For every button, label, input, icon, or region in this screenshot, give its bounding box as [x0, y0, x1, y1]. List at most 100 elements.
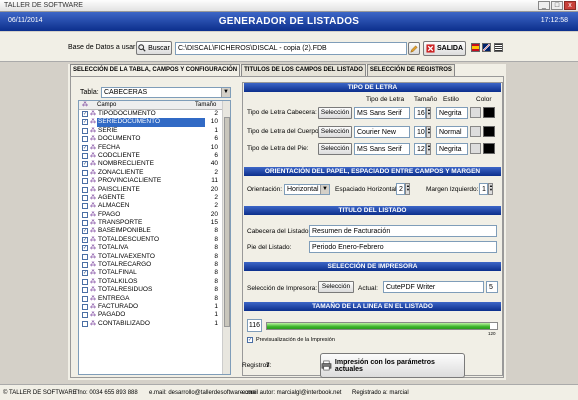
- font-size-field[interactable]: 16: [414, 107, 426, 119]
- field-checkbox[interactable]: [82, 253, 88, 260]
- field-checkbox[interactable]: [82, 295, 88, 302]
- field-checkbox[interactable]: [82, 178, 88, 185]
- list-item[interactable]: ⁂ DOCUMENTO 6: [79, 135, 230, 143]
- field-checkbox[interactable]: [82, 211, 88, 218]
- maximize-button[interactable]: □: [551, 1, 563, 10]
- list-item[interactable]: ⁂ ZONACLIENTE 2: [79, 169, 230, 177]
- scroll-thumb[interactable]: [224, 117, 230, 327]
- field-checkbox[interactable]: [82, 194, 88, 201]
- print-button[interactable]: Impresión con los parámetros actuales: [320, 353, 465, 378]
- color-swatch[interactable]: [483, 107, 495, 118]
- spacing-stepper[interactable]: ▲ ▼: [405, 183, 410, 195]
- close-button[interactable]: x: [564, 1, 576, 10]
- list-item[interactable]: ⁂ PAGADO 1: [79, 311, 230, 319]
- preview-checkbox[interactable]: ✓: [247, 337, 253, 343]
- list-item[interactable]: ✓ ⁂ FECHA 10: [79, 144, 230, 152]
- list-item[interactable]: ✓ ⁂ TOTALDESCUENTO 8: [79, 236, 230, 244]
- color-swatch[interactable]: [483, 126, 495, 137]
- font-size-stepper[interactable]: ▲ ▼: [426, 143, 431, 155]
- field-checkbox[interactable]: [82, 203, 88, 210]
- list-item[interactable]: ⁂ TOTALIVAEXENTO 8: [79, 253, 230, 261]
- font-name-field[interactable]: MS Sans Serif: [354, 107, 410, 119]
- list-item[interactable]: ⁂ TOTALRECARGO 8: [79, 261, 230, 269]
- font-name-field[interactable]: Courier New: [354, 126, 410, 138]
- english-flag-icon[interactable]: [482, 43, 491, 52]
- font-size-stepper[interactable]: ▲ ▼: [426, 107, 431, 119]
- field-checkbox[interactable]: [82, 152, 88, 159]
- spanish-flag-icon[interactable]: [471, 43, 480, 52]
- list-header-field[interactable]: Resumen de Facturación: [309, 225, 497, 237]
- field-checkbox[interactable]: [82, 262, 88, 269]
- color-picker-button[interactable]: [470, 126, 481, 137]
- field-checkbox[interactable]: ✓: [82, 161, 88, 168]
- field-checkbox[interactable]: [82, 312, 88, 319]
- list-footer-field[interactable]: Periodo Enero-Febrero: [309, 241, 497, 253]
- orientation-select[interactable]: Horizontal ▼: [284, 184, 330, 195]
- list-item[interactable]: ⁂ PAISCLIENTE 20: [79, 186, 230, 194]
- field-checkbox[interactable]: ✓: [82, 270, 88, 277]
- field-list[interactable]: ⁂ Campo Tamaño ✓ ⁂ TIPODOCUMENTO 2 ✓ ⁂ SERIEDO…: [78, 100, 231, 375]
- font-select-button[interactable]: Selección: [318, 107, 352, 119]
- list-item[interactable]: ⁂ CONTABILIZADO 1: [79, 320, 230, 328]
- list-item[interactable]: ⁂ FACTURADO 1: [79, 303, 230, 311]
- margin-stepper[interactable]: ▲ ▼: [488, 183, 493, 195]
- list-item[interactable]: ⁂ ALMACEN 2: [79, 202, 230, 210]
- list-item[interactable]: ✓ ⁂ TOTALIVA 8: [79, 244, 230, 252]
- chevron-down-icon[interactable]: ▼: [221, 88, 230, 97]
- field-checkbox[interactable]: [82, 136, 88, 143]
- list-item[interactable]: ⁂ CODCLIENTE 6: [79, 152, 230, 160]
- list-item[interactable]: ⁂ TOTALKILOS 8: [79, 278, 230, 286]
- field-checkbox[interactable]: ✓: [82, 245, 88, 252]
- color-swatch[interactable]: [483, 143, 495, 154]
- list-item[interactable]: ✓ ⁂ BASEIMPONIBLE 8: [79, 227, 230, 235]
- field-checkbox[interactable]: ✓: [82, 228, 88, 235]
- tab-table-fields-config[interactable]: SELECCIÓN DE LA TABLA, CAMPOS Y CONFIGUR…: [70, 64, 241, 76]
- font-size-stepper[interactable]: ▲ ▼: [426, 126, 431, 138]
- field-checkbox[interactable]: ✓: [82, 236, 88, 243]
- printer-select-button[interactable]: Selección: [318, 281, 354, 293]
- browse-button[interactable]: Buscar: [136, 41, 172, 55]
- font-size-field[interactable]: 12: [414, 143, 426, 155]
- field-checkbox[interactable]: ✓: [82, 119, 88, 126]
- chevron-down-icon[interactable]: ▼: [320, 185, 329, 194]
- field-checkbox[interactable]: [82, 303, 88, 310]
- margin-field[interactable]: 1: [479, 183, 488, 195]
- font-select-button[interactable]: Selección: [318, 143, 352, 155]
- color-picker-button[interactable]: [470, 107, 481, 118]
- list-item[interactable]: ⁂ FPAGO 20: [79, 211, 230, 219]
- field-checkbox[interactable]: [82, 127, 88, 134]
- table-select[interactable]: CABECERAS ▼: [101, 87, 231, 98]
- list-item[interactable]: ✓ ⁂ NOMBRECLIENTE 40: [79, 160, 230, 168]
- field-checkbox[interactable]: [82, 287, 88, 294]
- spacing-field[interactable]: 2: [396, 183, 405, 195]
- list-item[interactable]: ✓ ⁂ TOTALFINAL 8: [79, 269, 230, 277]
- font-style-field[interactable]: Negrita: [436, 143, 468, 155]
- list-item[interactable]: ⁂ SERIE 1: [79, 127, 230, 135]
- font-select-button[interactable]: Selección: [318, 126, 352, 138]
- field-checkbox[interactable]: ✓: [82, 144, 88, 151]
- list-item[interactable]: ⁂ TOTALRESIDUOS 8: [79, 286, 230, 294]
- database-path-field[interactable]: C:\DISCAL\FICHEROS\DISCAL - copia (2).FD…: [175, 42, 407, 55]
- field-checkbox[interactable]: [82, 278, 88, 285]
- field-checkbox[interactable]: [82, 169, 88, 176]
- list-item[interactable]: ✓ ⁂ SERIEDOCUMENTO 10: [79, 118, 230, 127]
- font-style-field[interactable]: Negrita: [436, 107, 468, 119]
- list-item[interactable]: ⁂ AGENTE 2: [79, 194, 230, 202]
- minimize-button[interactable]: _: [538, 1, 550, 10]
- tab-record-selection[interactable]: SELECCIÓN DE REGISTROS: [366, 64, 455, 76]
- font-style-field[interactable]: Normal: [436, 126, 468, 138]
- field-checkbox[interactable]: [82, 220, 88, 227]
- tab-field-titles[interactable]: TITULOS DE LOS CAMPOS DEL LISTADO: [241, 64, 366, 76]
- field-checkbox[interactable]: [82, 320, 88, 327]
- edit-path-button[interactable]: [408, 42, 420, 55]
- list-item[interactable]: ⁂ ENTREGA 8: [79, 295, 230, 303]
- list-item[interactable]: ✓ ⁂ TIPODOCUMENTO 2: [79, 110, 230, 118]
- list-item[interactable]: ⁂ TRANSPORTE 15: [79, 219, 230, 227]
- exit-button[interactable]: SALIDA: [423, 41, 466, 56]
- field-checkbox[interactable]: [82, 186, 88, 193]
- color-picker-button[interactable]: [470, 143, 481, 154]
- calculator-icon[interactable]: [494, 43, 503, 52]
- font-size-field[interactable]: 10: [414, 126, 426, 138]
- field-list-scrollbar[interactable]: [222, 101, 230, 374]
- font-name-field[interactable]: MS Sans Serif: [354, 143, 410, 155]
